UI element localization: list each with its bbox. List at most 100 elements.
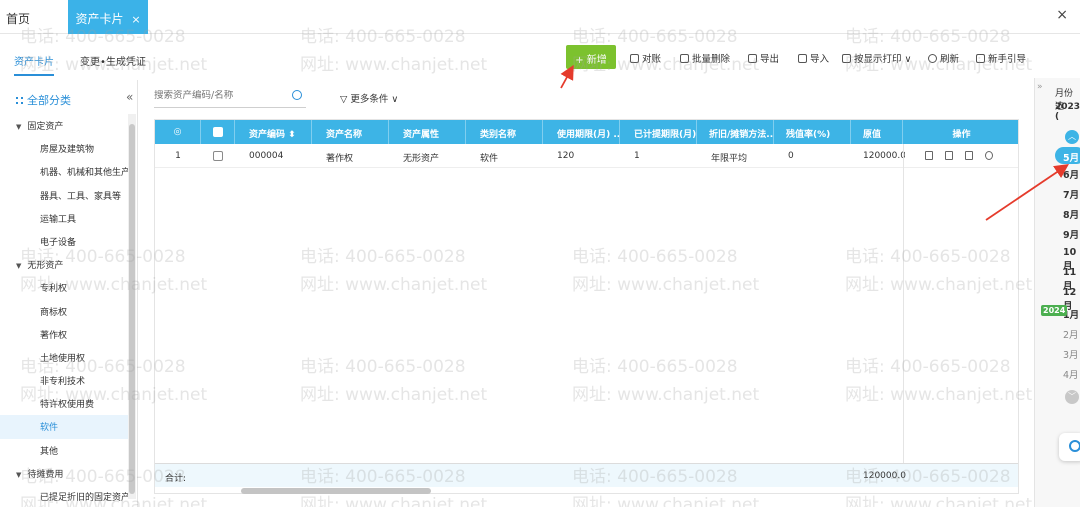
col-method[interactable]: 折旧/摊销方法...: [697, 120, 774, 144]
month-selector: » 月份选 2023.( ︿ 5月6月7月8月9月10月11月12月1月2月3月…: [1034, 78, 1080, 507]
col-residual[interactable]: 残值率(%): [774, 120, 851, 144]
search-icon[interactable]: [292, 90, 302, 100]
tree-item[interactable]: 商标权: [0, 300, 128, 323]
tag-icon[interactable]: [985, 151, 993, 160]
row-index: 1: [175, 151, 181, 161]
sidebar-scroll-thumb[interactable]: [129, 124, 135, 494]
expand-month-icon[interactable]: »: [1037, 82, 1043, 92]
export-icon: [748, 54, 757, 63]
col-accrued[interactable]: 已计提期限(月)...: [620, 120, 697, 144]
tree-item[interactable]: 其他: [0, 439, 128, 462]
all-categories[interactable]: 全部分类: [16, 92, 71, 108]
table-header: ◎ 资产编码 ⬍ 资产名称 资产属性 类别名称 使用期限(月) ... 已计提期…: [155, 120, 1018, 144]
tree-item-label: 土地使用权: [40, 353, 86, 364]
grid-icon: [16, 97, 23, 104]
tree-item-label: 固定资产: [27, 122, 64, 132]
col-asset-name[interactable]: 资产名称: [312, 120, 389, 144]
tree-item[interactable]: 软件: [0, 415, 128, 439]
tab-asset-card[interactable]: 资产卡片 ×: [68, 0, 148, 34]
month-item[interactable]: 9月: [1063, 227, 1079, 241]
new-button[interactable]: + 新增: [566, 45, 616, 69]
select-all-checkbox[interactable]: [201, 120, 235, 144]
month-item[interactable]: 8月: [1063, 207, 1079, 221]
cell-asset-name: 著作权: [326, 154, 354, 164]
tree-group[interactable]: ▼ 固定资产: [0, 114, 128, 137]
import-icon: [798, 54, 807, 63]
print-icon: [842, 54, 851, 63]
month-selector-year: 2023.(: [1055, 102, 1080, 122]
col-operations: 操作: [952, 130, 971, 140]
month-item[interactable]: 4月: [1063, 367, 1079, 381]
batch-delete-button[interactable]: 批量删除: [680, 51, 730, 65]
tree-item[interactable]: 机器、机械和其他生产: [0, 160, 128, 183]
watermark-site: 网址: www.chanjet.net: [300, 55, 488, 75]
subtab-asset-card[interactable]: 资产卡片: [14, 53, 54, 76]
toolbar: + 新增 对账 批量删除 导出 导入 按显示打印 ∨ 刷新 新手引导: [566, 45, 1036, 69]
table-horizontal-scrollbar[interactable]: [241, 488, 431, 494]
collapse-sidebar-icon[interactable]: «: [126, 90, 133, 104]
caret-down-icon[interactable]: ▼: [16, 123, 21, 131]
month-item[interactable]: 5月: [1055, 147, 1080, 164]
subtab-change-voucher[interactable]: 变更•生成凭证: [80, 53, 146, 68]
tree-item[interactable]: 运输工具: [0, 207, 128, 230]
month-item[interactable]: 7月: [1063, 187, 1079, 201]
row-checkbox[interactable]: [201, 144, 235, 168]
cell-life: 120: [557, 151, 575, 161]
window-close-icon[interactable]: ×: [1056, 7, 1068, 23]
delete-icon[interactable]: [965, 151, 973, 160]
import-button[interactable]: 导入: [798, 51, 829, 65]
refresh-button[interactable]: 刷新: [928, 51, 959, 65]
search-box: [154, 86, 306, 108]
tree-group[interactable]: ▼ 无形资产: [0, 253, 128, 276]
tree-group[interactable]: ▼ 待摊费用: [0, 462, 128, 485]
export-button[interactable]: 导出: [748, 51, 779, 65]
reconcile-icon: [630, 54, 639, 63]
tree-item-label: 无形资产: [27, 261, 64, 272]
month-item[interactable]: 6月: [1063, 167, 1079, 181]
col-life[interactable]: 使用期限(月) ...: [543, 120, 620, 144]
month-up-icon[interactable]: ︿: [1065, 130, 1079, 144]
month-item[interactable]: 2月: [1063, 327, 1079, 341]
col-original-value[interactable]: 原值: [851, 120, 903, 144]
settings-icon[interactable]: ◎: [155, 120, 201, 144]
tree-item[interactable]: 土地使用权: [0, 346, 128, 369]
caret-down-icon[interactable]: ▼: [16, 262, 21, 270]
help-button[interactable]: [1059, 433, 1080, 461]
filter-icon: ▽: [340, 94, 351, 105]
tab-asset-card-label: 资产卡片: [75, 12, 124, 26]
tree-item[interactable]: 器具、工具、家具等: [0, 184, 128, 207]
month-down-icon[interactable]: ﹀: [1065, 390, 1079, 404]
table-row[interactable]: 1 000004 著作权 无形资产 软件 120 1 年限平均 0 120000…: [155, 144, 1018, 168]
col-asset-attr[interactable]: 资产属性: [389, 120, 466, 144]
caret-down-icon[interactable]: ▼: [16, 471, 21, 479]
help-icon: [1069, 440, 1080, 452]
edit-icon[interactable]: [925, 151, 933, 160]
col-category[interactable]: 类别名称: [466, 120, 543, 144]
tree-item[interactable]: 专利权: [0, 276, 128, 299]
guide-icon: [976, 54, 985, 63]
more-conditions-button[interactable]: ▽ 更多条件 ∨: [340, 91, 398, 105]
tree-item-label: 电子设备: [40, 237, 77, 248]
tab-home[interactable]: 首页: [6, 10, 30, 27]
tree-item[interactable]: 非专利技术: [0, 369, 128, 392]
sidebar-scrollbar[interactable]: [128, 114, 136, 499]
tree-item[interactable]: 电子设备: [0, 230, 128, 253]
month-item[interactable]: 3月: [1063, 347, 1079, 361]
tree-item-label: 软件: [40, 423, 59, 434]
tree-item[interactable]: 已提足折旧的固定资产: [0, 485, 128, 507]
search-input[interactable]: [154, 90, 284, 101]
guide-button[interactable]: 新手引导: [976, 51, 1026, 65]
reconcile-button[interactable]: 对账: [630, 51, 661, 65]
tree-item-label: 待摊费用: [27, 469, 64, 480]
tree-item-label: 专利权: [40, 284, 68, 295]
copy-icon[interactable]: [945, 151, 953, 160]
tab-close-icon[interactable]: ×: [131, 13, 140, 26]
print-button[interactable]: 按显示打印 ∨: [842, 51, 911, 65]
tree-item[interactable]: 房屋及建筑物: [0, 137, 128, 160]
category-tree: ▼ 固定资产房屋及建筑物 机器、机械和其他生产器具、工具、家具等运输工具电子设备 ▼ 无…: [0, 114, 128, 507]
tree-item[interactable]: 著作权: [0, 323, 128, 346]
tree-item[interactable]: 特许权使用费: [0, 392, 128, 415]
tree-item-label: 器具、工具、家具等: [40, 191, 122, 202]
col-asset-code[interactable]: 资产编码 ⬍: [235, 120, 312, 144]
asset-table: ◎ 资产编码 ⬍ 资产名称 资产属性 类别名称 使用期限(月) ... 已计提期…: [154, 119, 1019, 494]
